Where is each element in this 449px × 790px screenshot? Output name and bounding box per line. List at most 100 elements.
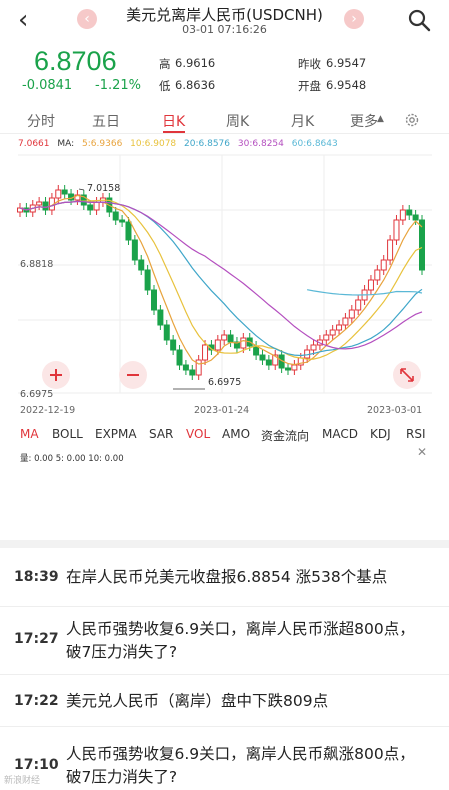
last-price: 6.8706 xyxy=(34,46,117,76)
low-value: 6.8636 xyxy=(175,78,216,92)
tab-daily-k[interactable]: 日K xyxy=(162,111,185,131)
candle-body xyxy=(202,344,209,361)
candle-body xyxy=(380,259,387,271)
candle-body xyxy=(259,354,266,361)
ma-label: MA: xyxy=(57,139,75,149)
candle-body xyxy=(182,364,189,371)
candle-body xyxy=(387,239,394,261)
prev-close-label: 昨收 xyxy=(298,57,321,71)
page-title: 美元兑离岸人民币(USDCNH) xyxy=(126,6,323,24)
settings-gear-icon[interactable] xyxy=(404,112,420,128)
active-tab-indicator xyxy=(163,131,185,133)
ma20-line xyxy=(19,200,423,357)
section-divider xyxy=(0,540,449,548)
candle-body xyxy=(227,334,234,343)
tab-more[interactable]: 更多 xyxy=(350,111,378,131)
candle-body xyxy=(336,324,343,331)
news-headline[interactable]: 人民币强势收复6.9关口，离岸人民币涨超800点，破7压力消失了? xyxy=(66,618,426,664)
candle-body xyxy=(419,219,425,271)
ma-top-value: 7.0661 xyxy=(18,139,50,149)
tab-intraday[interactable]: 分时 xyxy=(27,111,55,131)
next-symbol-button[interactable]: › xyxy=(344,9,364,29)
more-dropdown-icon[interactable]: ▲ xyxy=(377,114,384,124)
ma5-line xyxy=(19,194,423,366)
news-time: 17:10 xyxy=(14,757,59,773)
news-headline[interactable]: 在岸人民币兑美元收盘报6.8854 涨538个基点 xyxy=(66,566,426,589)
indicator-amo[interactable]: AMO xyxy=(222,427,250,441)
x-axis-mid-date: 2023-01-24 xyxy=(194,405,250,416)
candle-body xyxy=(214,339,221,351)
news-item[interactable]: 18:39 在岸人民币兑美元收盘报6.8854 涨538个基点 xyxy=(0,555,449,607)
indicator-macd[interactable]: MACD xyxy=(322,427,358,441)
candle-body xyxy=(323,334,330,341)
low-label: 低 xyxy=(159,79,171,93)
candle-body xyxy=(138,259,145,271)
high-value: 6.9616 xyxy=(175,56,216,70)
ma5-value: 5:6.9366 xyxy=(82,139,123,149)
news-item[interactable]: 17:22 美元兑人民币（离岸）盘中下跌809点 xyxy=(0,675,449,727)
news-headline[interactable]: 人民币强势收复6.9关口，离岸人民币飙涨800点，破7压力消失了? xyxy=(66,743,426,789)
watermark-logo: 新浪财经 xyxy=(4,776,41,786)
indicator-sar[interactable]: SAR xyxy=(149,427,173,441)
chart-low-annotation: 6.6975 xyxy=(208,377,242,388)
indicator-ma[interactable]: MA xyxy=(20,427,39,441)
candle-body xyxy=(412,214,419,221)
chart-high-annotation: 7.0158 xyxy=(87,183,121,194)
candle-body xyxy=(93,201,100,211)
ma30-value: 30:6.8254 xyxy=(237,139,284,149)
x-axis-end-date: 2023-03-01 xyxy=(367,405,423,416)
search-icon[interactable] xyxy=(407,8,431,32)
high-annotation-line xyxy=(78,188,85,191)
close-volume-icon[interactable]: ✕ xyxy=(417,445,427,459)
tab-monthly-k[interactable]: 月K xyxy=(291,111,314,131)
candle-body xyxy=(112,211,119,221)
candle-body xyxy=(310,344,317,351)
ma10-line xyxy=(19,199,423,360)
candle-body xyxy=(342,317,349,326)
news-time: 17:27 xyxy=(14,631,59,647)
open-label: 开盘 xyxy=(298,79,321,93)
candle-body xyxy=(151,289,157,311)
candle-body xyxy=(42,201,49,211)
candle-body xyxy=(291,364,298,371)
candle-body xyxy=(131,239,138,261)
ma20-value: 20:6.8576 xyxy=(184,139,231,149)
volume-legend: 量: 0.00 5: 0.00 10: 0.00 xyxy=(20,454,124,464)
indicator-boll[interactable]: BOLL xyxy=(52,427,83,441)
price-change: -0.0841 xyxy=(22,78,73,93)
timestamp: 03-01 07:16:26 xyxy=(182,23,267,36)
news-item[interactable]: 17:10 人民币强势收复6.9关口，离岸人民币飙涨800点，破7压力消失了? xyxy=(0,727,449,790)
indicator-fund-flow[interactable]: 资金流向 xyxy=(261,427,309,444)
indicator-expma[interactable]: EXPMA xyxy=(95,427,137,441)
high-label: 高 xyxy=(159,57,171,71)
indicator-rsi[interactable]: RSI xyxy=(406,427,426,441)
zoom-out-button xyxy=(119,361,147,389)
candle-body xyxy=(406,209,413,216)
tab-five-day[interactable]: 五日 xyxy=(92,111,120,131)
fullscreen-icon xyxy=(393,361,421,389)
candle-body xyxy=(189,369,196,376)
news-item[interactable]: 17:27 人民币强势收复6.9关口，离岸人民币涨超800点，破7压力消失了? xyxy=(0,607,449,675)
kline-chart[interactable] xyxy=(0,150,449,405)
indicator-vol[interactable]: VOL xyxy=(186,427,210,441)
indicator-tabs: MA BOLL EXPMA SAR VOL AMO 资金流向 MACD KDJ … xyxy=(0,427,449,445)
candle-body xyxy=(55,189,62,199)
ma10-value: 10:6.9078 xyxy=(130,139,177,149)
candle-body xyxy=(265,359,272,366)
candle-body xyxy=(157,309,164,326)
grid-lines xyxy=(18,154,432,394)
candle-body xyxy=(348,309,355,319)
indicator-kdj[interactable]: KDJ xyxy=(370,427,391,441)
y-axis-min-label: 6.6975 xyxy=(20,389,54,400)
prev-close-value: 6.9547 xyxy=(326,56,367,70)
news-headline[interactable]: 美元兑人民币（离岸）盘中下跌809点 xyxy=(66,690,426,713)
zoom-in-button xyxy=(42,361,70,389)
candle-body xyxy=(170,339,177,351)
price-change-percent: -1.21% xyxy=(95,78,141,93)
y-axis-mid-label: 6.8818 xyxy=(20,259,54,270)
tab-weekly-k[interactable]: 周K xyxy=(226,111,249,131)
candle-body xyxy=(285,367,291,371)
ma-lines xyxy=(19,194,423,366)
candle-body xyxy=(355,299,362,311)
period-tabs: 分时 五日 日K 周K 月K 更多 ▲ xyxy=(0,104,449,134)
